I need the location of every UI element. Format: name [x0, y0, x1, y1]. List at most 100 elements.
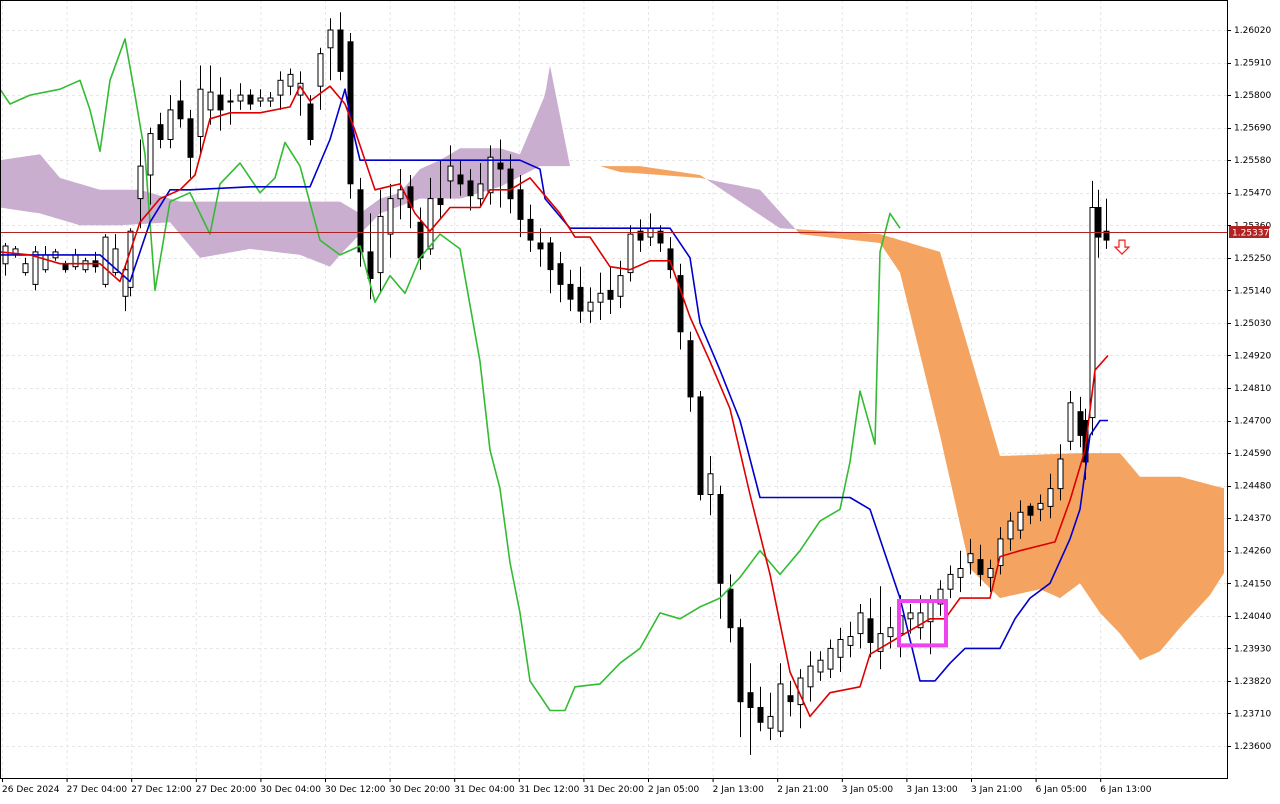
candle-body	[137, 165, 144, 200]
candle-body	[857, 612, 864, 635]
x-tick-label: 3 Jan 13:00	[906, 785, 958, 795]
candle-body	[717, 494, 724, 584]
candle-body	[367, 251, 374, 279]
candle-body	[377, 215, 384, 274]
y-tick-label: 1.25140	[1234, 286, 1271, 296]
x-tick-label: 3 Jan 05:00	[842, 785, 894, 795]
candle-body	[537, 242, 544, 250]
candle-body	[507, 168, 514, 200]
candle-body	[122, 269, 129, 297]
x-tick-label: 27 Dec 20:00	[196, 785, 257, 795]
candle-body	[327, 29, 334, 49]
candle-body	[147, 133, 154, 176]
candle-body	[397, 189, 404, 200]
y-tick-label: 1.23600	[1234, 742, 1271, 752]
candle-body	[387, 198, 394, 235]
candle-body	[267, 97, 274, 102]
y-tick-label: 1.24700	[1234, 417, 1271, 427]
candle-body	[697, 396, 704, 495]
candle-body	[357, 189, 364, 253]
candle-body	[807, 665, 814, 688]
candle-body	[217, 94, 224, 111]
candle-body	[757, 707, 764, 723]
candle-body	[1047, 488, 1054, 507]
y-tick-label: 1.24920	[1234, 352, 1271, 362]
x-tick-label: 27 Dec 04:00	[67, 785, 128, 795]
candle-body	[317, 53, 324, 87]
candle-body	[307, 103, 314, 140]
x-tick-label: 31 Dec 12:00	[519, 785, 580, 795]
candle-body	[1037, 502, 1044, 510]
ichimoku-candlestick-chart: 1.26020 1.25910 1.25800 1.25690 1.25580 1.254…	[0, 0, 1280, 800]
candle-body	[22, 263, 29, 274]
candle-body	[527, 218, 534, 241]
x-tick-label: 30 Dec 20:00	[390, 785, 451, 795]
candle-body	[517, 189, 524, 220]
candle-body	[617, 275, 624, 297]
candle-body	[457, 174, 464, 185]
candle-body	[197, 88, 204, 137]
x-tick-label: 30 Dec 12:00	[325, 785, 386, 795]
candle-body	[567, 283, 574, 300]
candle-body	[247, 94, 254, 105]
x-tick-label: 6 Jan 05:00	[1036, 785, 1088, 795]
x-tick-label: 31 Dec 04:00	[454, 785, 515, 795]
candle-bullish	[32, 246, 39, 291]
y-tick-label: 1.25580	[1234, 156, 1271, 166]
current-price-tag: 1.25337	[1229, 226, 1269, 239]
x-tick-label: 30 Dec 04:00	[260, 785, 321, 795]
candle-body	[467, 180, 474, 197]
candle-body	[62, 263, 69, 271]
x-tick-label: 31 Dec 20:00	[583, 785, 644, 795]
candle-body	[82, 260, 89, 271]
y-tick-label: 1.25910	[1234, 59, 1271, 69]
candle-body	[547, 242, 554, 271]
candle-body	[827, 647, 834, 670]
candle-body	[207, 91, 214, 111]
x-tick-label: 27 Dec 12:00	[131, 785, 192, 795]
candle-body	[867, 618, 874, 643]
candle-body	[747, 692, 754, 709]
x-tick-label: 26 Dec 2024	[2, 785, 60, 795]
x-tick-label: 2 Jan 21:00	[777, 785, 829, 795]
y-tick-label: 1.25250	[1234, 254, 1271, 264]
candle-body	[987, 568, 994, 578]
candle-body	[817, 659, 824, 673]
y-tick-label: 1.24590	[1234, 449, 1271, 459]
candle-body	[1067, 402, 1074, 442]
candle-body	[477, 183, 484, 200]
candle-body	[707, 473, 714, 495]
candle-body	[277, 79, 284, 96]
y-tick-label: 1.25030	[1234, 319, 1271, 329]
candle-body	[72, 254, 79, 268]
y-tick-label: 1.23930	[1234, 644, 1271, 654]
y-tick-label: 1.25690	[1234, 124, 1271, 134]
candle-body	[847, 636, 854, 646]
candle-body	[497, 162, 504, 170]
x-tick-label: 2 Jan 13:00	[713, 785, 765, 795]
candle-body	[167, 109, 174, 141]
candle-bearish	[697, 391, 704, 501]
chart-area: 1.26020 1.25910 1.25800 1.25690 1.25580 1.254…	[0, 0, 1280, 800]
candle-body	[557, 263, 564, 285]
y-tick-label: 1.24260	[1234, 547, 1271, 557]
y-tick-label: 1.24150	[1234, 579, 1271, 589]
candle-body	[947, 573, 954, 590]
y-tick-label: 1.23820	[1234, 677, 1271, 687]
x-tick-label: 3 Jan 21:00	[971, 785, 1023, 795]
candle-body	[727, 588, 734, 629]
candle-body	[767, 715, 774, 729]
candle-body	[1007, 520, 1014, 540]
current-price-label: 1.25337	[1232, 229, 1269, 239]
candle-body	[887, 627, 894, 638]
y-tick-label: 1.24810	[1234, 384, 1271, 394]
candle-body	[597, 292, 604, 303]
candle-body	[777, 683, 784, 732]
candle-body	[1017, 511, 1024, 531]
candle-body	[577, 286, 584, 312]
candle-body	[1027, 505, 1034, 516]
candle-body	[737, 627, 744, 703]
y-tick-label: 1.25470	[1234, 189, 1271, 199]
candle-body	[977, 559, 984, 575]
candle-body	[687, 340, 694, 398]
